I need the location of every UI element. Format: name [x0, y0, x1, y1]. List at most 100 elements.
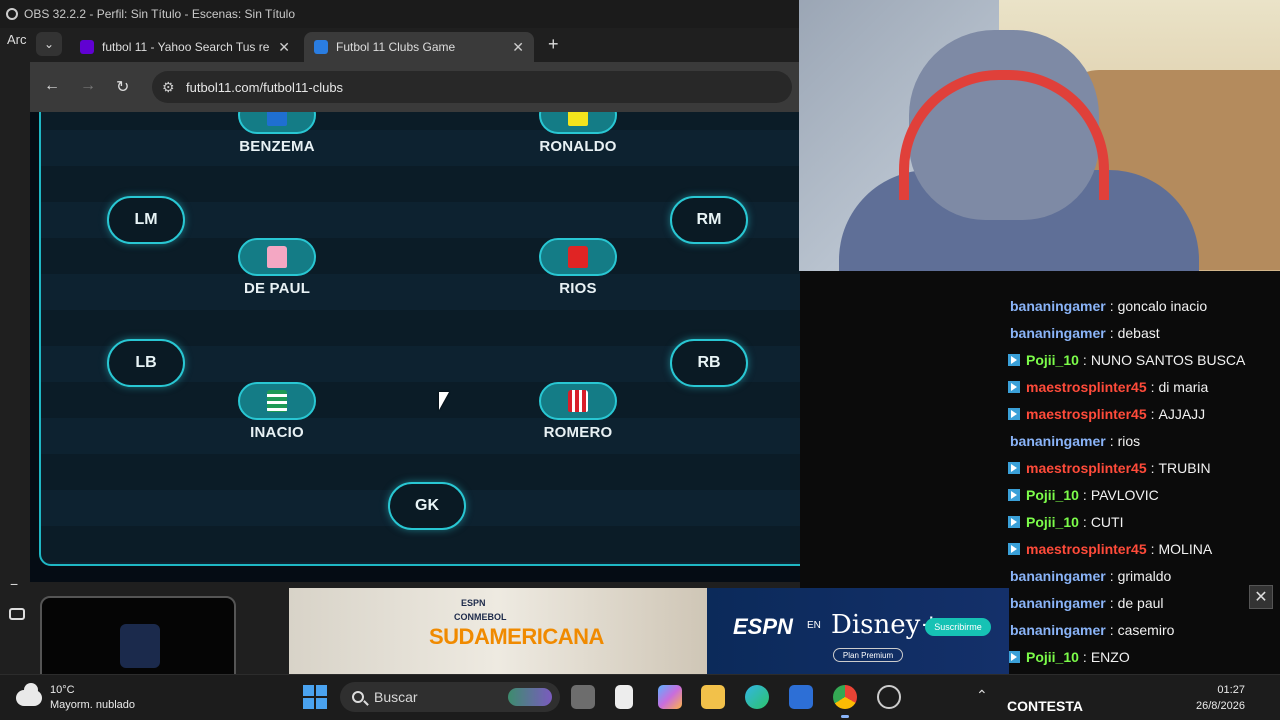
shirt-icon — [568, 112, 588, 126]
yahoo-favicon-icon — [80, 40, 94, 54]
obs-menu-label[interactable]: Arc — [7, 32, 27, 47]
search-placeholder: Buscar — [374, 689, 418, 705]
tab-futbol11[interactable]: Futbol 11 Clubs Game ✕ — [304, 32, 534, 62]
clock-time: 01:27 — [1217, 684, 1245, 696]
ad-subscribe-button[interactable]: Suscribirme — [925, 618, 991, 636]
close-icon[interactable]: ✕ — [1249, 585, 1273, 609]
player-slot-de-paul[interactable]: DE PAUL — [222, 238, 332, 297]
ad-plan-label: Plan Premium — [833, 648, 903, 662]
player-slot-inacio[interactable]: INACIO — [222, 382, 332, 441]
player-slot-romero[interactable]: ROMERO — [523, 382, 633, 441]
edge-icon[interactable] — [745, 685, 769, 709]
prime-badge-icon — [1008, 380, 1020, 393]
search-icon — [352, 691, 364, 703]
obs-title-bar: OBS 32.2.2 - Perfil: Sin Título - Escena… — [0, 0, 800, 28]
chat-username[interactable]: bananingamer — [1010, 298, 1106, 314]
new-tab-icon[interactable]: + — [548, 34, 559, 55]
weather-temp: 10°C — [50, 684, 75, 696]
chat-separator: : — [1150, 405, 1155, 422]
chat-username[interactable]: maestrosplinter45 — [1026, 460, 1147, 476]
player-slot-ronaldo[interactable]: RONALDO — [523, 112, 633, 155]
chat-message: bananingamer: goncalo inacio — [1006, 292, 1276, 319]
close-tab-icon[interactable]: ✕ — [512, 39, 524, 56]
weather-widget[interactable]: 10°C Mayorm. nublado — [16, 683, 135, 713]
chat-text: de paul — [1117, 594, 1164, 611]
prime-badge-icon — [1008, 353, 1020, 366]
tab-title: futbol 11 - Yahoo Search Tus re — [102, 40, 270, 54]
chat-text: casemiro — [1117, 621, 1175, 638]
chat-text: NUNO SANTOS BUSCA — [1090, 351, 1246, 368]
reload-icon[interactable]: ↻ — [116, 77, 129, 97]
chat-separator: : — [1109, 432, 1114, 449]
position-lm[interactable]: LM — [107, 196, 185, 244]
player-slot-benzema[interactable]: BENZEMA — [222, 112, 332, 155]
search-highlight-icon — [508, 688, 552, 706]
tab-search-chevron-icon[interactable]: ⌄ — [36, 32, 62, 56]
chat-text: rios — [1117, 432, 1141, 449]
chat-message: bananingamer: de paul — [1006, 589, 1276, 616]
prime-badge-icon — [1008, 488, 1020, 501]
chat-message: maestrosplinter45: MOLINA — [1006, 535, 1276, 562]
forward-icon[interactable]: → — [80, 77, 96, 95]
chat-text: grimaldo — [1117, 567, 1172, 584]
chat-username[interactable]: bananingamer — [1010, 595, 1106, 611]
position-rm[interactable]: RM — [670, 196, 748, 244]
chat-text: di maria — [1158, 378, 1209, 395]
player-name: INACIO — [250, 424, 304, 441]
chat-message: maestrosplinter45: di maria — [1006, 373, 1276, 400]
chat-message: maestrosplinter45: AJJAJJ — [1006, 400, 1276, 427]
prime-badge-icon — [1008, 407, 1020, 420]
player-shirt-pill — [539, 382, 617, 420]
chat-username[interactable]: bananingamer — [1010, 568, 1106, 584]
chat-username[interactable]: maestrosplinter45 — [1026, 379, 1147, 395]
source-preview[interactable] — [40, 596, 236, 686]
chat-separator: : — [1150, 459, 1155, 476]
obs-left-panel: Arc − — [0, 28, 30, 674]
minimize-icon[interactable]: − — [10, 576, 18, 592]
show-hidden-icons-icon[interactable]: ⌃ — [976, 687, 988, 704]
position-lb[interactable]: LB — [107, 339, 185, 387]
player-shirt-pill — [539, 112, 617, 134]
player-slot-rios[interactable]: RIOS — [523, 238, 633, 297]
back-icon[interactable]: ← — [44, 77, 60, 95]
chat-username[interactable]: Pojii_10 — [1026, 649, 1079, 665]
chat-username[interactable]: maestrosplinter45 — [1026, 541, 1147, 557]
player-shirt-pill — [539, 238, 617, 276]
close-tab-icon[interactable]: ✕ — [278, 39, 290, 56]
chat-username[interactable]: bananingamer — [1010, 433, 1106, 449]
chat-text: goncalo inacio — [1117, 297, 1208, 314]
store-icon[interactable] — [789, 685, 813, 709]
url-text: futbol11.com/futbol11-clubs — [186, 79, 344, 95]
task-view-icon[interactable] — [571, 685, 595, 709]
position-rb[interactable]: RB — [670, 339, 748, 387]
obs-taskbar-icon[interactable] — [877, 685, 901, 709]
copilot-icon[interactable] — [658, 685, 682, 709]
player-name: DE PAUL — [243, 280, 311, 297]
url-bar[interactable]: ⚙ futbol11.com/futbol11-clubs — [152, 71, 792, 103]
windows-start-icon[interactable] — [303, 685, 327, 709]
shirt-icon — [267, 112, 287, 126]
chat-separator: : — [1109, 297, 1114, 314]
ad-banner[interactable]: ESPN CONMEBOL SUDAMERICANA ESPN EN Disne… — [289, 588, 1009, 674]
taskbar-clock[interactable]: 01:27 26/8/2026 — [1196, 682, 1245, 714]
chat-username[interactable]: Pojii_10 — [1026, 352, 1079, 368]
file-icon[interactable] — [615, 685, 633, 709]
site-settings-icon[interactable]: ⚙ — [162, 79, 175, 96]
chat-username[interactable]: Pojii_10 — [1026, 487, 1079, 503]
chat-separator: : — [1109, 621, 1114, 638]
chat-username[interactable]: Pojii_10 — [1026, 514, 1079, 530]
ad-espn-small: ESPN — [461, 598, 486, 608]
chrome-icon[interactable] — [833, 685, 857, 718]
chat-username[interactable]: bananingamer — [1010, 622, 1106, 638]
file-explorer-icon[interactable] — [701, 685, 725, 709]
tab-title: Futbol 11 Clubs Game — [336, 40, 456, 54]
tab-yahoo-search[interactable]: futbol 11 - Yahoo Search Tus re ✕ — [70, 32, 300, 62]
chat-username[interactable]: maestrosplinter45 — [1026, 406, 1147, 422]
position-gk[interactable]: GK — [388, 482, 466, 530]
chat-text: TRUBIN — [1158, 459, 1211, 476]
taskbar-search[interactable]: Buscar — [340, 682, 560, 712]
shirt-icon — [120, 624, 160, 668]
chat-separator: : — [1109, 567, 1114, 584]
camera-icon[interactable] — [9, 608, 25, 620]
chat-username[interactable]: bananingamer — [1010, 325, 1106, 341]
